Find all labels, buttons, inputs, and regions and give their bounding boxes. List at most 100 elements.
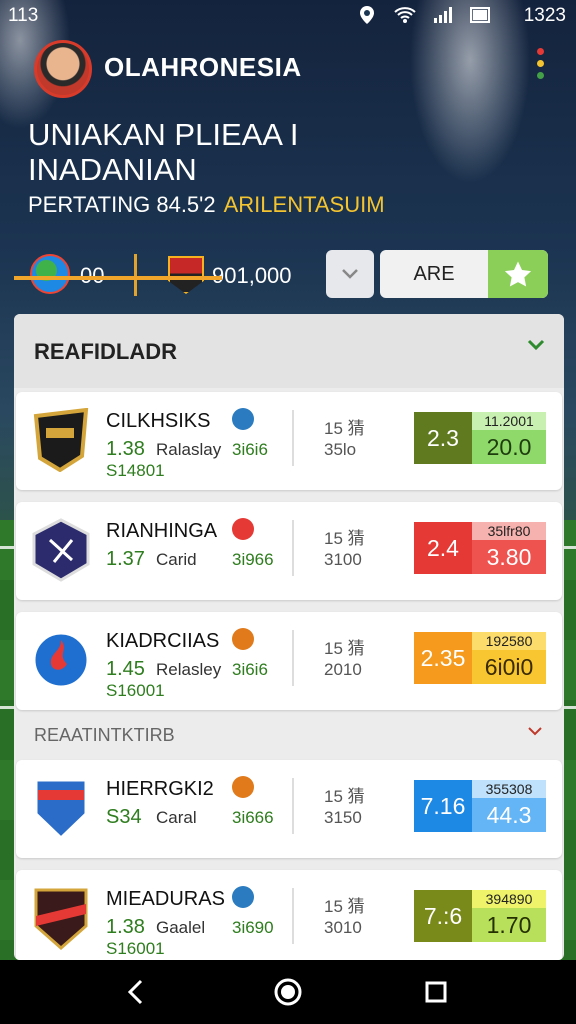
team-badge-icon xyxy=(232,886,254,908)
match-meta-bottom: 2010 xyxy=(324,660,362,679)
score-bottom: 6i0i0 xyxy=(472,650,546,684)
section-header[interactable]: REAFIDLADR xyxy=(14,314,564,388)
odd-label: Relasley xyxy=(156,660,222,679)
are-button[interactable]: ARE xyxy=(380,250,548,298)
team-name: KIADRCIIAS xyxy=(106,630,220,652)
match-card[interactable]: KIADRCIIAS 1.45 Relasley 3i6i6 S16001 15… xyxy=(16,612,562,710)
match-id: S16001 xyxy=(106,939,165,958)
match-id: S14801 xyxy=(106,461,165,480)
team-crest-icon xyxy=(32,628,90,692)
odd-label: Ralaslay xyxy=(156,440,222,459)
odd-value: S34 xyxy=(106,806,142,828)
team-crest-icon xyxy=(32,776,90,841)
score-top: 355308 xyxy=(472,780,546,798)
divider xyxy=(292,778,294,834)
are-button-label: ARE xyxy=(413,263,455,285)
match-meta-top: 15 猜 xyxy=(324,639,365,658)
score-left: 7.16 xyxy=(414,780,472,832)
odd-label: Gaalel xyxy=(156,918,206,937)
team-badge-icon xyxy=(232,518,254,540)
odd-alt-value: 3i966 xyxy=(232,550,274,569)
status-lights-icon xyxy=(537,48,545,84)
score-left: 2.35 xyxy=(414,632,472,684)
battery-icon xyxy=(470,4,492,26)
check-button[interactable] xyxy=(326,250,374,298)
subtitle-text: PERTATING 84.5'2 xyxy=(28,192,216,217)
score-left: 2.3 xyxy=(414,412,472,464)
score-bottom: 3.80 xyxy=(472,540,546,574)
recents-button[interactable] xyxy=(420,976,452,1008)
team-badge-icon xyxy=(232,776,254,798)
odd-value: 1.37 xyxy=(106,548,145,570)
odd-alt-value: 3i6i6 xyxy=(232,660,268,679)
header: OLAHRONESIA UNIAKAN PLIEAA I INADANIAN P… xyxy=(0,32,576,312)
team-crest-icon xyxy=(32,518,90,582)
status-time-right: 1323 xyxy=(523,5,566,26)
score-bottom: 20.0 xyxy=(472,430,546,464)
app-name: OLAHRONESIA xyxy=(104,52,302,82)
section-label: REAATINTKTIRB xyxy=(34,725,175,745)
chevron-down-icon xyxy=(526,724,544,742)
match-card[interactable]: RIANHINGA 1.37 Carid 3i966 15 猜 3100 2.4… xyxy=(16,502,562,600)
team-name: CILKHSIKS xyxy=(106,410,211,432)
avatar[interactable] xyxy=(34,40,92,98)
divider xyxy=(292,410,294,466)
match-meta-bottom: 3010 xyxy=(324,918,362,937)
divider xyxy=(292,888,294,944)
back-icon xyxy=(127,979,143,1005)
match-meta-bottom: 3100 xyxy=(324,550,362,569)
chevron-down-icon xyxy=(342,269,358,279)
match-meta-bottom: 3150 xyxy=(324,808,362,827)
page-title-line2: INADANIAN xyxy=(28,152,197,187)
status-bar: 113 1323 xyxy=(0,0,576,32)
section-header[interactable]: REAATINTKTIRB xyxy=(14,714,564,758)
back-button[interactable] xyxy=(120,976,152,1008)
match-meta-top: 15 猜 xyxy=(324,897,365,916)
score-left: 7.:6 xyxy=(414,890,472,942)
subtitle-accent: ARILENTASUIM xyxy=(223,192,385,217)
team-badge-icon xyxy=(232,408,254,430)
team-name: MIEADURAS xyxy=(106,888,225,910)
odd-value: 1.38 xyxy=(106,916,145,938)
score-box[interactable]: 7.16 355308 44.3 xyxy=(414,780,546,832)
home-icon xyxy=(274,978,302,1006)
odd-value: 1.38 xyxy=(106,438,145,460)
match-id: S16001 xyxy=(106,681,165,700)
team-crest-icon xyxy=(32,886,90,950)
odd-label: Caral xyxy=(156,808,197,827)
status-time-left: 113 xyxy=(8,5,39,26)
score-box[interactable]: 2.3 11.2001 20.0 xyxy=(414,412,546,464)
stat-value-2: 901,000 xyxy=(212,263,292,288)
wifi-icon xyxy=(394,4,416,26)
score-box[interactable]: 2.35 192580 6i0i0 xyxy=(414,632,546,684)
match-card[interactable]: HIERRGKI2 S34 Caral 3i666 15 猜 3150 7.16… xyxy=(16,760,562,858)
match-card[interactable]: CILKHSIKS 1.38 Ralaslay 3i6i6 S14801 15 … xyxy=(16,392,562,490)
subtitle: PERTATING 84.5'2 ARILENTASUIM xyxy=(28,192,385,218)
match-meta-top: 15 猜 xyxy=(324,529,365,548)
score-top: 192580 xyxy=(472,632,546,650)
divider xyxy=(134,254,137,296)
divider xyxy=(292,520,294,576)
signal-icon xyxy=(432,4,454,26)
system-nav-bar xyxy=(0,960,576,1024)
score-box[interactable]: 2.4 35lfr80 3.80 xyxy=(414,522,546,574)
recents-icon xyxy=(425,981,447,1003)
match-card[interactable]: MIEADURAS 1.38 Gaalel 3i690 S16001 15 猜 … xyxy=(16,870,562,960)
team-name: HIERRGKI2 xyxy=(106,778,214,800)
page-title-line1: UNIAKAN PLIEAA I xyxy=(28,117,299,152)
home-button[interactable] xyxy=(272,976,304,1008)
section-label: REAFIDLADR xyxy=(34,339,177,364)
team-name: RIANHINGA xyxy=(106,520,218,542)
odd-alt-value: 3i690 xyxy=(232,918,274,937)
odd-alt-value: 3i666 xyxy=(232,808,274,827)
score-box[interactable]: 7.:6 394890 1.70 xyxy=(414,890,546,942)
match-panel: REAFIDLADR CILKHSIKS 1.38 Ralaslay 3i6i6… xyxy=(14,314,564,960)
match-meta-top: 15 猜 xyxy=(324,419,365,438)
team-crest-icon xyxy=(32,407,90,473)
odd-value: 1.45 xyxy=(106,658,145,680)
location-icon xyxy=(356,4,378,26)
shield-icon xyxy=(168,256,204,294)
globe-icon xyxy=(30,254,70,294)
star-icon[interactable] xyxy=(488,250,548,298)
score-top: 394890 xyxy=(472,890,546,908)
